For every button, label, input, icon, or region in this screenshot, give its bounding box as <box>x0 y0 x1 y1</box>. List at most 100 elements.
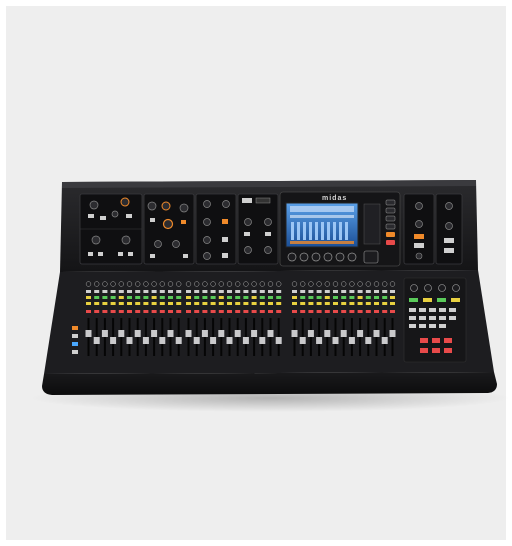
fader-cap <box>340 330 347 337</box>
fader-cap <box>291 330 298 337</box>
channel-mute-button <box>218 310 224 313</box>
channel-knob <box>118 281 124 287</box>
channel-knob <box>102 281 108 287</box>
channel-mute-button <box>194 310 200 313</box>
channel-solo-button <box>341 296 347 299</box>
channel-knob <box>300 281 306 287</box>
fader-cap <box>218 330 225 337</box>
fader-cap <box>85 330 92 337</box>
channel-lcd <box>276 302 282 305</box>
channel-mute-button <box>324 310 330 313</box>
input-panel-left <box>79 193 143 265</box>
fader-cap <box>307 330 314 337</box>
knob <box>154 240 162 248</box>
knob <box>203 218 211 226</box>
channel-knob <box>349 281 355 287</box>
channel-mute-button <box>349 310 355 313</box>
channel-select-button <box>276 290 282 293</box>
channel-solo-button <box>159 296 165 299</box>
knob <box>203 236 211 244</box>
fader-cap <box>332 337 339 344</box>
channel-select-button <box>308 290 314 293</box>
fader-cap <box>101 330 108 337</box>
channel-lcd <box>176 302 182 305</box>
knob <box>244 218 252 226</box>
channel-lcd <box>218 302 224 305</box>
channel-solo-button <box>292 296 297 299</box>
channel-lcd <box>341 302 347 305</box>
channel-select-button <box>143 290 149 293</box>
master-section <box>403 277 467 363</box>
channel-solo-button <box>94 296 100 299</box>
channel-select-button <box>357 290 363 293</box>
channel-solo-button <box>308 296 314 299</box>
channel-mute-button <box>333 310 338 313</box>
channel-select-button <box>390 290 395 293</box>
channel-select-button <box>243 290 249 293</box>
channel-mute-button <box>143 310 149 313</box>
channel-knob <box>159 281 165 287</box>
channel-knob <box>341 281 347 287</box>
channel-select-button <box>202 290 208 293</box>
channel-solo-button <box>143 296 149 299</box>
channel-solo-button <box>316 296 322 299</box>
channel-knob <box>308 281 314 287</box>
knob <box>203 252 211 260</box>
channel-knob <box>210 281 216 287</box>
channel-solo-button <box>268 296 273 299</box>
channel-solo-button <box>227 296 232 299</box>
knob <box>161 201 171 211</box>
channel-select-button <box>168 290 173 293</box>
channel-select-button <box>316 290 322 293</box>
channel-lcd <box>102 302 108 305</box>
fader-cap <box>185 330 192 337</box>
fader-cap <box>151 330 158 337</box>
channel-mute-button <box>243 310 249 313</box>
knob <box>415 220 423 228</box>
channel-select-button <box>235 290 241 293</box>
channel-mute-button <box>390 310 395 313</box>
channel-lcd <box>210 302 216 305</box>
channel-knob <box>110 281 116 287</box>
channel-mute-button <box>110 310 116 313</box>
channel-mute-button <box>151 310 157 313</box>
knob <box>222 200 230 208</box>
channel-solo-button <box>357 296 363 299</box>
knob <box>203 200 211 208</box>
channel-lcd <box>292 302 297 305</box>
channel-mute-button <box>102 310 108 313</box>
channel-lcd <box>159 302 165 305</box>
knob <box>91 235 101 245</box>
knob <box>89 200 99 210</box>
bus-panel <box>237 193 279 265</box>
channel-solo-button <box>235 296 241 299</box>
channel-solo-button <box>243 296 249 299</box>
channel-lcd <box>300 302 306 305</box>
channel-solo-button <box>86 296 91 299</box>
fader-cap <box>201 330 208 337</box>
channel-solo-button <box>251 296 257 299</box>
fader-cap <box>234 330 241 337</box>
channel-knob <box>382 281 388 287</box>
channel-mute-button <box>357 310 363 313</box>
fader-cap <box>381 337 388 344</box>
knob <box>172 240 180 248</box>
channel-solo-button <box>365 296 371 299</box>
channel-lcd <box>316 302 322 305</box>
channel-select-button <box>227 290 232 293</box>
channel-lcd <box>251 302 257 305</box>
channel-lcd <box>168 302 173 305</box>
channel-knob <box>151 281 157 287</box>
channel-select-button <box>127 290 132 293</box>
channel-mute-button <box>159 310 165 313</box>
channel-select-button <box>259 290 265 293</box>
channel-lcd <box>118 302 124 305</box>
channel-knob <box>243 281 249 287</box>
fader-cap <box>126 337 133 344</box>
channel-knob <box>332 281 339 287</box>
channel-knob <box>389 281 396 287</box>
channel-solo-button <box>135 296 141 299</box>
nav-pad <box>363 250 379 264</box>
knob <box>264 246 272 254</box>
channel-knob <box>85 281 92 287</box>
